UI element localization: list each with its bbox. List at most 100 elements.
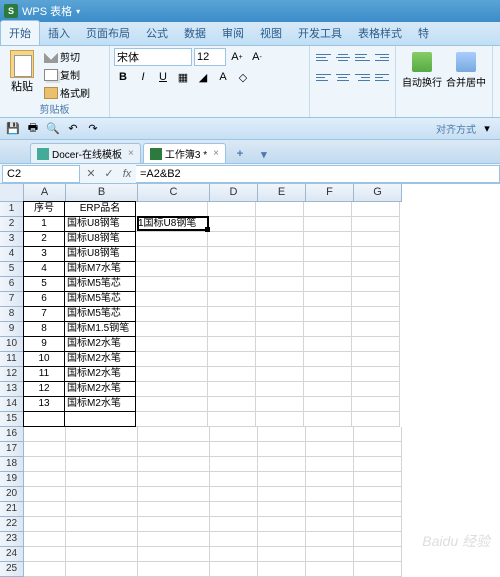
cell-F1[interactable] [304,202,352,217]
cell-F25[interactable] [306,562,354,577]
cell-B24[interactable] [66,547,138,562]
cell-C6[interactable] [136,277,208,292]
cell-A14[interactable]: 13 [23,396,65,412]
row-header-12[interactable]: 12 [0,367,24,382]
clear-format-button[interactable]: ◇ [234,68,252,86]
select-all-corner[interactable] [0,184,24,202]
cell-C13[interactable] [136,382,208,397]
cell-E21[interactable] [258,502,306,517]
cell-D14[interactable] [208,397,256,412]
align-middle-button[interactable] [334,48,353,66]
col-header-D[interactable]: D [210,184,258,202]
cell-C9[interactable] [136,322,208,337]
format-painter-button[interactable]: 格式刷 [42,84,92,101]
cell-A22[interactable] [24,517,66,532]
cell-B17[interactable] [66,442,138,457]
cell-E12[interactable] [256,367,304,382]
row-header-20[interactable]: 20 [0,487,24,502]
cell-C10[interactable] [136,337,208,352]
tab-list-button[interactable]: ▾ [252,145,276,163]
cut-button[interactable]: 剪切 [42,48,92,65]
cell-G2[interactable] [352,217,400,232]
cell-G14[interactable] [352,397,400,412]
cell-E20[interactable] [258,487,306,502]
cell-A23[interactable] [24,532,66,547]
cell-F14[interactable] [304,397,352,412]
cell-D24[interactable] [210,547,258,562]
cell-E11[interactable] [256,352,304,367]
cell-A9[interactable]: 8 [23,321,65,337]
col-header-F[interactable]: F [306,184,354,202]
row-header-18[interactable]: 18 [0,457,24,472]
cell-F22[interactable] [306,517,354,532]
menu-tab-6[interactable]: 视图 [252,21,290,45]
cell-E3[interactable] [256,232,304,247]
cell-C15[interactable] [136,412,208,427]
cell-C5[interactable] [136,262,208,277]
align-left-button[interactable] [314,68,333,86]
cell-C25[interactable] [138,562,210,577]
cell-F20[interactable] [306,487,354,502]
doc-tab-workbook[interactable]: 工作簿3 *× [143,143,226,163]
cell-G3[interactable] [352,232,400,247]
border-button[interactable]: ▦ [174,68,192,86]
outdent-button[interactable] [373,68,392,86]
cell-A13[interactable]: 12 [23,381,65,397]
menu-tab-4[interactable]: 数据 [176,21,214,45]
cell-E16[interactable] [258,427,306,442]
cell-C1[interactable] [136,202,208,217]
cell-B15[interactable] [64,411,136,427]
cell-A8[interactable]: 7 [23,306,65,322]
font-size-select[interactable] [194,48,226,66]
cell-E15[interactable] [256,412,304,427]
cell-A17[interactable] [24,442,66,457]
col-header-B[interactable]: B [66,184,138,202]
cell-D13[interactable] [208,382,256,397]
cell-D6[interactable] [208,277,256,292]
row-header-7[interactable]: 7 [0,292,24,307]
preview-button[interactable]: 🔍 [44,121,62,137]
menu-tab-3[interactable]: 公式 [138,21,176,45]
cell-G19[interactable] [354,472,402,487]
row-header-5[interactable]: 5 [0,262,24,277]
cell-F9[interactable] [304,322,352,337]
formula-input[interactable] [136,165,500,183]
cell-G22[interactable] [354,517,402,532]
cell-B16[interactable] [66,427,138,442]
increase-font-button[interactable]: A+ [228,48,246,66]
col-header-A[interactable]: A [24,184,66,202]
cell-F2[interactable] [304,217,352,232]
cell-G20[interactable] [354,487,402,502]
cell-A15[interactable] [23,411,65,427]
cell-F7[interactable] [304,292,352,307]
cell-B12[interactable]: 国标M2水笔 [64,366,136,382]
row-header-3[interactable]: 3 [0,232,24,247]
cell-D12[interactable] [208,367,256,382]
add-tab-button[interactable]: + [228,145,252,163]
row-header-9[interactable]: 9 [0,322,24,337]
menu-tab-9[interactable]: 特 [410,21,437,45]
cell-G25[interactable] [354,562,402,577]
align-right-button[interactable] [353,68,372,86]
cell-F3[interactable] [304,232,352,247]
row-header-11[interactable]: 11 [0,352,24,367]
cell-G17[interactable] [354,442,402,457]
row-header-14[interactable]: 14 [0,397,24,412]
cell-D18[interactable] [210,457,258,472]
cell-F24[interactable] [306,547,354,562]
cell-D2[interactable] [208,217,256,232]
cell-B4[interactable]: 国标U8钢笔 [64,246,136,262]
col-header-G[interactable]: G [354,184,402,202]
cell-G7[interactable] [352,292,400,307]
cell-G9[interactable] [352,322,400,337]
cell-G10[interactable] [352,337,400,352]
cell-A12[interactable]: 11 [23,366,65,382]
cell-A2[interactable]: 1 [23,216,65,232]
undo-button[interactable]: ↶ [64,121,82,137]
cell-B20[interactable] [66,487,138,502]
cell-F4[interactable] [304,247,352,262]
col-header-E[interactable]: E [258,184,306,202]
doc-tab-templates[interactable]: Docer-在线模板× [30,143,141,163]
redo-button[interactable]: ↷ [84,121,102,137]
cell-A3[interactable]: 2 [23,231,65,247]
